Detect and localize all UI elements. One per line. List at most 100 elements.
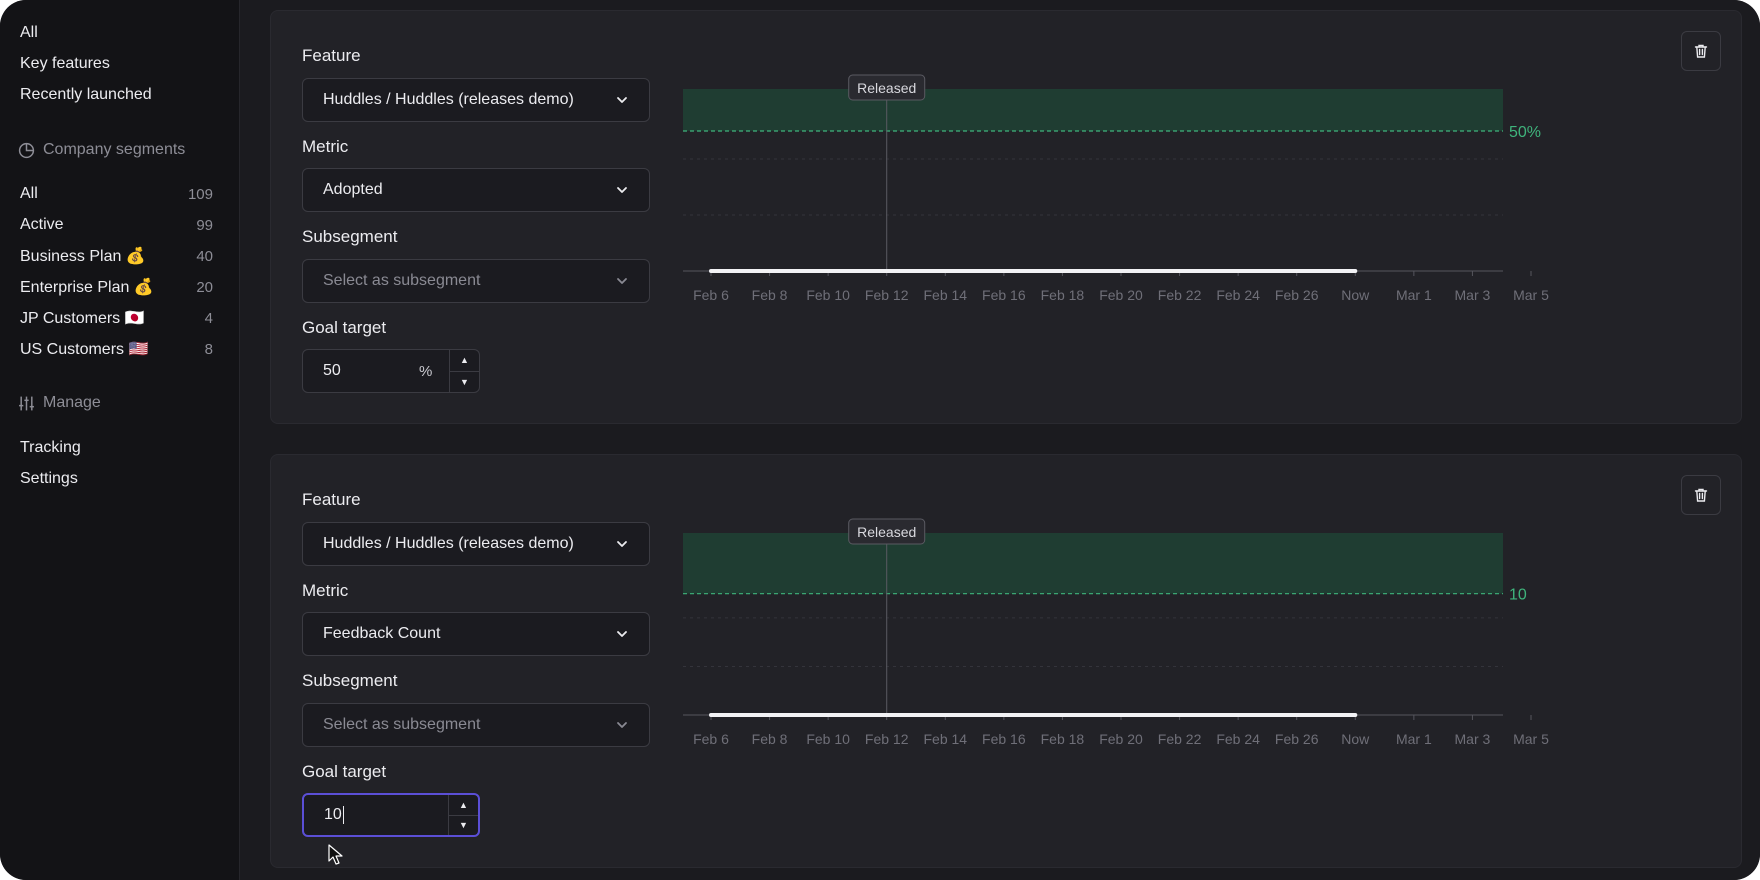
x-tick-label: Mar 1 <box>1396 731 1432 747</box>
x-tick-label: Feb 22 <box>1158 287 1202 303</box>
goal-target-value[interactable]: 10 <box>304 795 418 835</box>
trash-icon <box>1694 488 1708 502</box>
segment-label: Business Plan 💰 <box>20 248 146 265</box>
x-tick-label: Feb 20 <box>1099 731 1143 747</box>
segment-count: 40 <box>196 247 213 265</box>
triangle-down-icon[interactable]: ▼ <box>450 370 479 393</box>
goal-target-unit <box>418 795 448 835</box>
x-tick-label: Feb 20 <box>1099 287 1143 303</box>
x-tick-label: Feb 14 <box>923 287 967 303</box>
goal-value-label: 50% <box>1509 124 1541 141</box>
sidebar-item-segment-all[interactable]: All 109 <box>20 182 213 206</box>
sidebar-item-segment-us-customers[interactable]: US Customers 🇺🇸 8 <box>20 337 213 361</box>
x-tick-label: Feb 14 <box>923 731 967 747</box>
segment-count: 99 <box>196 216 213 234</box>
chevron-down-icon <box>617 97 627 103</box>
chevron-down-icon <box>617 278 627 284</box>
manage-heading: Manage <box>18 391 101 415</box>
goal-card: Feature Huddles / Huddles (releases demo… <box>270 454 1742 868</box>
feature-select[interactable]: Huddles / Huddles (releases demo) <box>302 522 650 566</box>
manage-heading-label: Manage <box>43 394 101 411</box>
sidebar-item-segment-business-plan[interactable]: Business Plan 💰 40 <box>20 244 213 268</box>
x-tick-label: Now <box>1341 731 1370 747</box>
metric-value: Feedback Count <box>323 625 441 642</box>
segment-count: 109 <box>187 185 213 203</box>
segment-count: 20 <box>196 278 213 296</box>
x-tick-label: Now <box>1341 287 1370 303</box>
x-tick-label: Feb 24 <box>1216 731 1260 747</box>
sidebar-item-segment-jp-customers[interactable]: JP Customers 🇯🇵 4 <box>20 306 213 330</box>
x-tick-label: Feb 26 <box>1275 287 1319 303</box>
x-tick-label: Mar 3 <box>1455 731 1491 747</box>
segment-label: All <box>20 185 38 202</box>
delete-goal-button[interactable] <box>1681 475 1721 515</box>
subsegment-label: Subsegment <box>302 227 398 246</box>
sidebar-item-all-features[interactable]: All <box>20 21 213 45</box>
chevron-down-icon <box>617 722 627 728</box>
segment-count: 4 <box>204 309 213 327</box>
goal-value-label: 10 <box>1509 587 1527 604</box>
triangle-up-icon[interactable]: ▲ <box>450 350 479 371</box>
subsegment-placeholder: Select as subsegment <box>323 716 481 733</box>
goal-card: Feature Huddles / Huddles (releases demo… <box>270 10 1742 424</box>
goal-target-stepper: ▲ ▼ <box>449 350 479 392</box>
sidebar-item-segment-enterprise-plan[interactable]: Enterprise Plan 💰 20 <box>20 275 213 299</box>
metric-value: Adopted <box>323 181 383 198</box>
x-tick-label: Mar 5 <box>1513 287 1549 303</box>
goal-band <box>683 89 1503 131</box>
app-window: All Key features Recently launched Compa… <box>0 0 1760 880</box>
triangle-down-icon[interactable]: ▼ <box>449 814 478 836</box>
release-marker-label: Released <box>857 80 916 96</box>
main-content: Feature Huddles / Huddles (releases demo… <box>240 0 1760 880</box>
goal-target-input[interactable]: 50 % ▲ ▼ <box>302 349 480 393</box>
x-tick-label: Feb 10 <box>806 287 850 303</box>
x-tick-label: Feb 8 <box>752 287 788 303</box>
sidebar-item-tracking[interactable]: Tracking <box>20 436 213 460</box>
x-tick-label: Feb 6 <box>693 287 729 303</box>
subsegment-select[interactable]: Select as subsegment <box>302 703 650 747</box>
mouse-cursor-icon <box>328 844 343 865</box>
feature-select[interactable]: Huddles / Huddles (releases demo) <box>302 78 650 122</box>
sidebar-item-segment-active[interactable]: Active 99 <box>20 213 213 237</box>
metric-select[interactable]: Adopted <box>302 168 650 212</box>
sidebar-item-label: Recently launched <box>20 86 152 103</box>
segments-heading-label: Company segments <box>43 141 186 158</box>
sidebar-item-key-features[interactable]: Key features <box>20 52 213 76</box>
chevron-down-icon <box>617 541 627 547</box>
goal-target-label: Goal target <box>302 762 387 781</box>
chevron-down-icon <box>617 631 627 637</box>
sliders-icon <box>19 396 34 410</box>
chevron-down-icon <box>617 187 627 193</box>
feature-label: Feature <box>302 46 361 65</box>
sidebar-item-settings[interactable]: Settings <box>20 467 213 491</box>
segment-label: Enterprise Plan 💰 <box>20 279 154 296</box>
goal-chart: 0481510Feb 6Feb 8Feb 10Feb 12Feb 14Feb 1… <box>671 518 1549 747</box>
goal-target-label: Goal target <box>302 318 387 337</box>
x-tick-label: Feb 10 <box>806 731 850 747</box>
feature-value: Huddles / Huddles (releases demo) <box>323 535 574 552</box>
segments-heading: Company segments <box>18 138 185 162</box>
x-tick-label: Feb 6 <box>693 731 729 747</box>
sidebar-item-recently-launched[interactable]: Recently launched <box>20 83 213 107</box>
goal-target-value[interactable]: 50 <box>303 350 419 392</box>
metric-select[interactable]: Feedback Count <box>302 612 650 656</box>
delete-goal-button[interactable] <box>1681 31 1721 71</box>
x-tick-label: Feb 18 <box>1041 731 1085 747</box>
feature-label: Feature <box>302 490 361 509</box>
sidebar-item-label: Tracking <box>20 439 81 456</box>
subsegment-select[interactable]: Select as subsegment <box>302 259 650 303</box>
x-tick-label: Feb 16 <box>982 731 1026 747</box>
trash-icon <box>1694 44 1708 58</box>
segment-label: JP Customers 🇯🇵 <box>20 310 145 327</box>
x-tick-label: Feb 26 <box>1275 731 1319 747</box>
feature-value: Huddles / Huddles (releases demo) <box>323 91 574 108</box>
x-tick-label: Feb 12 <box>865 287 909 303</box>
pie-chart-icon <box>18 142 35 158</box>
segment-label: US Customers 🇺🇸 <box>20 341 149 358</box>
goal-target-unit: % <box>419 362 433 380</box>
goal-target-input[interactable]: 10 ▲ ▼ <box>302 793 480 837</box>
triangle-up-icon[interactable]: ▲ <box>449 795 478 815</box>
sidebar-item-label: All <box>20 24 38 41</box>
sidebar-item-label: Key features <box>20 55 110 72</box>
x-tick-label: Mar 3 <box>1455 287 1491 303</box>
